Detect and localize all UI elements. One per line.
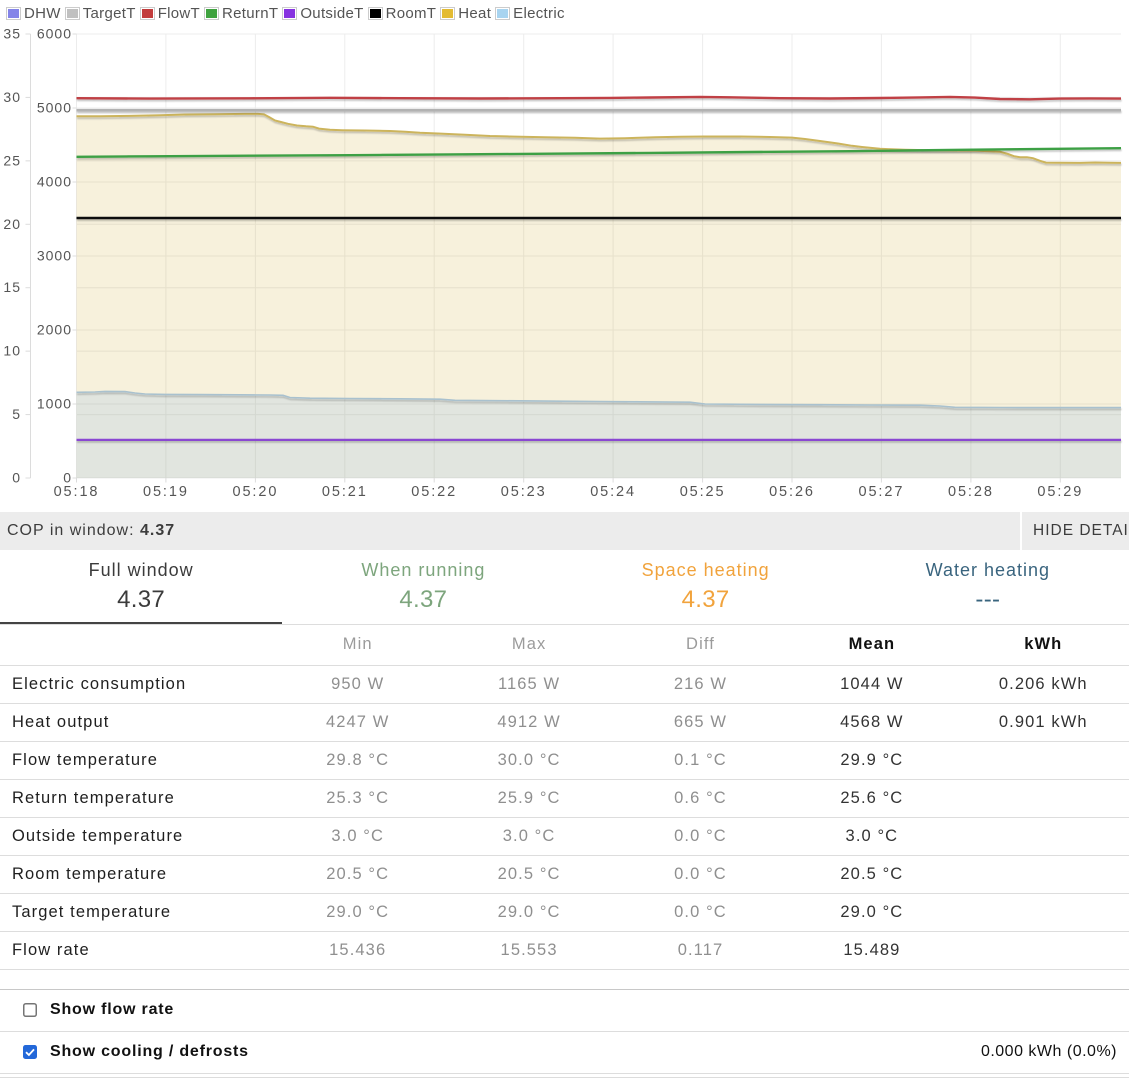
svg-text:05:28: 05:28 (948, 484, 994, 500)
svg-text:35: 35 (3, 26, 21, 42)
svg-text:05:18: 05:18 (54, 484, 100, 500)
svg-text:05:20: 05:20 (233, 484, 279, 500)
svg-text:05:19: 05:19 (143, 484, 189, 500)
svg-text:30: 30 (3, 89, 21, 105)
svg-text:05:25: 05:25 (680, 484, 726, 500)
svg-text:6000: 6000 (37, 26, 72, 42)
svg-text:15: 15 (3, 279, 21, 295)
svg-text:1000: 1000 (37, 396, 72, 412)
svg-text:05:26: 05:26 (769, 484, 815, 500)
svg-text:10: 10 (3, 343, 21, 359)
svg-text:05:21: 05:21 (322, 484, 368, 500)
svg-text:20: 20 (3, 216, 21, 232)
svg-text:3000: 3000 (37, 248, 72, 264)
svg-text:05:27: 05:27 (859, 484, 905, 500)
svg-text:5: 5 (12, 406, 21, 422)
svg-text:4000: 4000 (37, 174, 72, 190)
svg-text:05:22: 05:22 (411, 484, 457, 500)
svg-text:05:24: 05:24 (590, 484, 636, 500)
svg-text:05:29: 05:29 (1037, 484, 1083, 500)
svg-text:0: 0 (12, 470, 21, 486)
svg-text:5000: 5000 (37, 100, 72, 116)
svg-text:05:23: 05:23 (501, 484, 547, 500)
svg-text:2000: 2000 (37, 322, 72, 338)
svg-text:25: 25 (3, 152, 21, 168)
